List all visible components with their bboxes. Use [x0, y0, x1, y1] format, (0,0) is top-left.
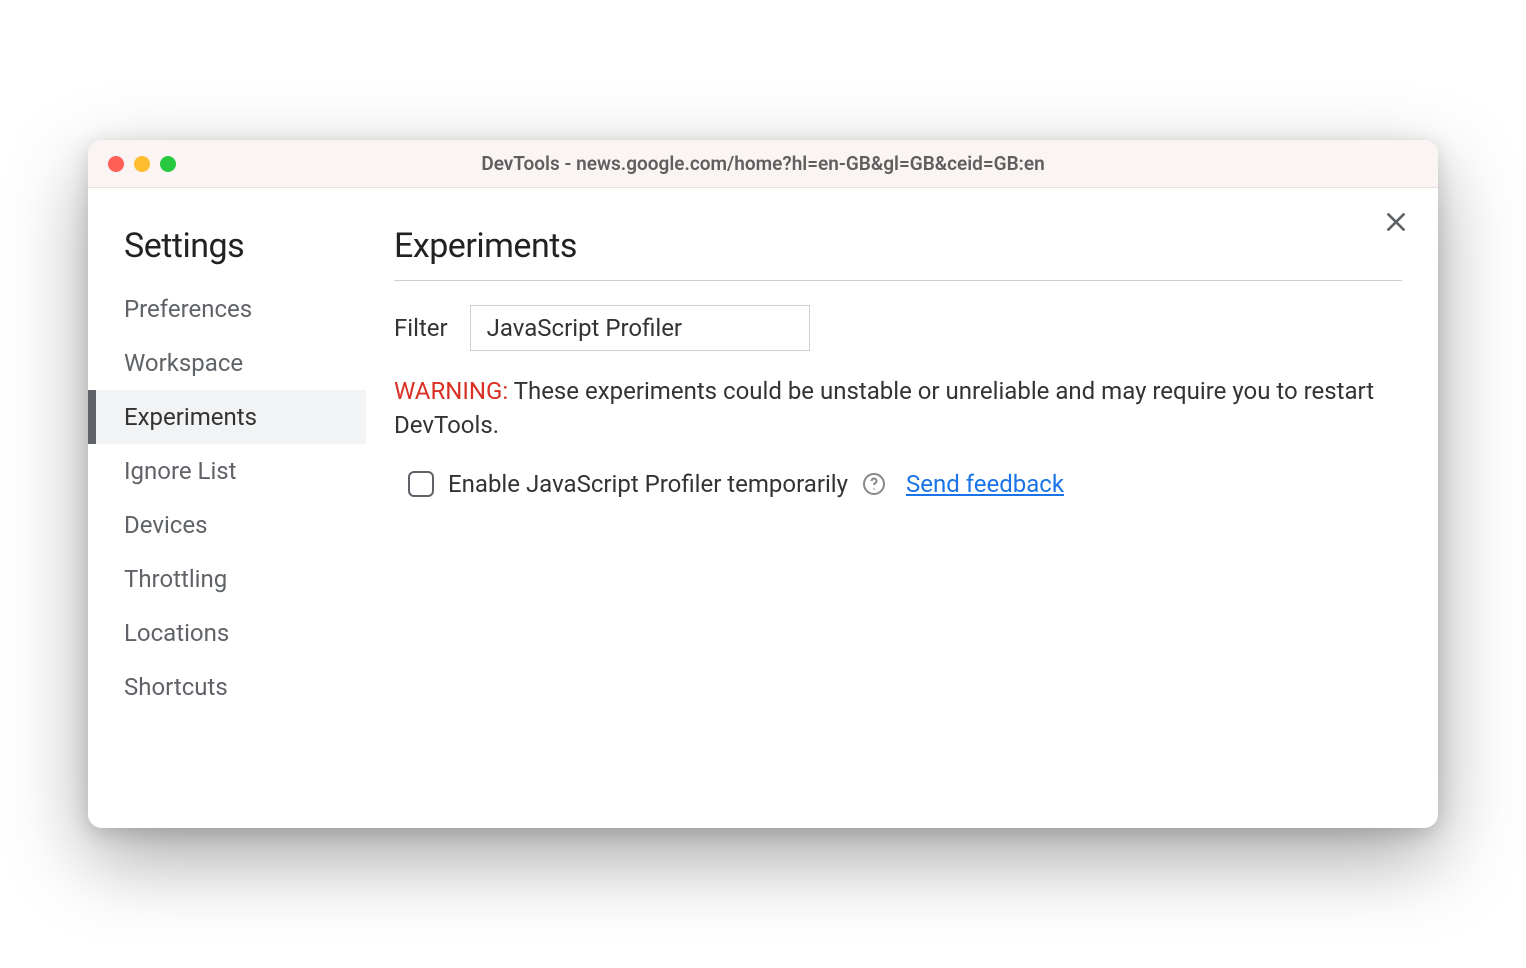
- sidebar-item-ignore-list[interactable]: Ignore List: [88, 444, 366, 498]
- window-title: DevTools - news.google.com/home?hl=en-GB…: [108, 152, 1418, 175]
- window-maximize-button[interactable]: [160, 156, 176, 172]
- settings-content: Settings Preferences Workspace Experimen…: [88, 188, 1438, 828]
- filter-input[interactable]: [470, 305, 810, 351]
- devtools-window: DevTools - news.google.com/home?hl=en-GB…: [88, 140, 1438, 828]
- sidebar-title: Settings: [88, 226, 366, 282]
- sidebar-item-preferences[interactable]: Preferences: [88, 282, 366, 336]
- traffic-lights: [108, 156, 176, 172]
- experiment-row: Enable JavaScript Profiler temporarily S…: [394, 470, 1402, 498]
- close-icon: [1383, 209, 1409, 235]
- experiment-label: Enable JavaScript Profiler temporarily: [448, 470, 848, 498]
- sidebar-item-throttling[interactable]: Throttling: [88, 552, 366, 606]
- settings-main: Experiments Filter WARNING: These experi…: [366, 188, 1438, 828]
- sidebar-item-workspace[interactable]: Workspace: [88, 336, 366, 390]
- question-circle-icon: [862, 472, 886, 496]
- warning-label: WARNING:: [394, 377, 508, 405]
- close-button[interactable]: [1380, 206, 1412, 238]
- window-minimize-button[interactable]: [134, 156, 150, 172]
- window-titlebar: DevTools - news.google.com/home?hl=en-GB…: [88, 140, 1438, 188]
- window-close-button[interactable]: [108, 156, 124, 172]
- send-feedback-link[interactable]: Send feedback: [906, 470, 1064, 498]
- sidebar-item-shortcuts[interactable]: Shortcuts: [88, 660, 366, 714]
- experiment-checkbox[interactable]: [408, 471, 434, 497]
- section-title: Experiments: [394, 226, 1402, 281]
- sidebar-item-locations[interactable]: Locations: [88, 606, 366, 660]
- warning-block: WARNING: These experiments could be unst…: [394, 375, 1402, 442]
- sidebar-item-devices[interactable]: Devices: [88, 498, 366, 552]
- filter-label: Filter: [394, 314, 448, 342]
- settings-sidebar: Settings Preferences Workspace Experimen…: [88, 188, 366, 828]
- warning-text: These experiments could be unstable or u…: [394, 377, 1374, 439]
- filter-row: Filter: [394, 305, 1402, 351]
- sidebar-item-experiments[interactable]: Experiments: [88, 390, 366, 444]
- help-icon[interactable]: [862, 472, 886, 496]
